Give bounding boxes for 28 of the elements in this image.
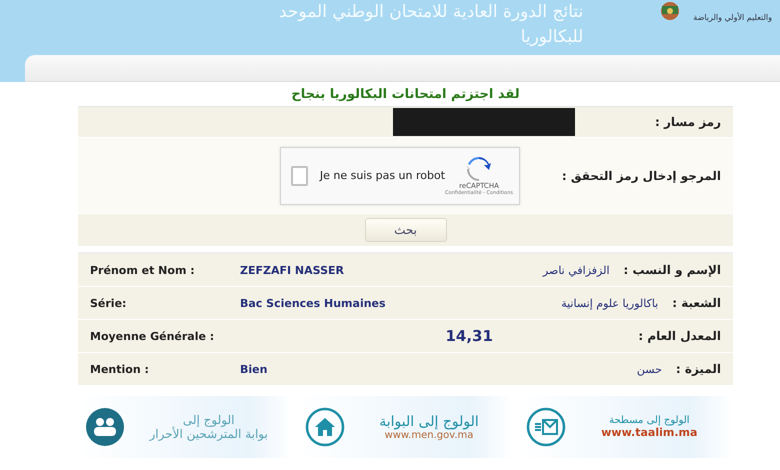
result-value: باكالوريا علوم إنسانية bbox=[561, 296, 658, 310]
ministry-name: والتعليم الأولي والرياضة bbox=[693, 12, 772, 22]
result-label: الشعبة : bbox=[672, 296, 721, 310]
result-value: الزفزافي ناصر bbox=[542, 264, 610, 276]
banner-text: الولوج إلى bbox=[182, 413, 234, 427]
result-label: الميزة : bbox=[676, 362, 721, 376]
result-value: 14,31 bbox=[444, 327, 494, 345]
search-button[interactable]: بحث bbox=[364, 218, 446, 242]
result-value: Bac Sciences Humaines bbox=[240, 296, 387, 310]
banner-text: www.men.gov.ma bbox=[384, 430, 474, 440]
result-label: Série: bbox=[90, 296, 128, 310]
banner-text: الولوج إلى مسطحة bbox=[609, 415, 690, 426]
result-value: ZEFZAFI NASSER bbox=[240, 264, 345, 276]
banner-text: بوابة المترشحين الأحرار bbox=[150, 427, 268, 441]
result-label: Prénom et Nom : bbox=[90, 264, 196, 276]
result-label: المعدل العام : bbox=[638, 329, 721, 343]
result-label: الإسم و النسب : bbox=[624, 263, 721, 277]
result-label: Mention : bbox=[90, 362, 150, 376]
result-label: Moyenne Générale : bbox=[90, 330, 216, 342]
field-label: المرجو إدخال رمز التحقق : bbox=[562, 168, 721, 182]
banner-text: الولوج إلى البوابة bbox=[379, 414, 479, 430]
page-title: نتائج الدورة العادية للامتحان الوطني الموحد bbox=[279, 1, 584, 24]
banner-text: www.taalim.ma bbox=[601, 426, 698, 439]
captcha-label: Je ne suis pas un robot bbox=[320, 169, 446, 182]
result-value: Bien bbox=[240, 362, 268, 376]
result-value: حسن bbox=[636, 362, 662, 376]
field-label: رمز مسار : bbox=[654, 115, 721, 129]
page-title: للبكالوريا bbox=[520, 26, 584, 49]
